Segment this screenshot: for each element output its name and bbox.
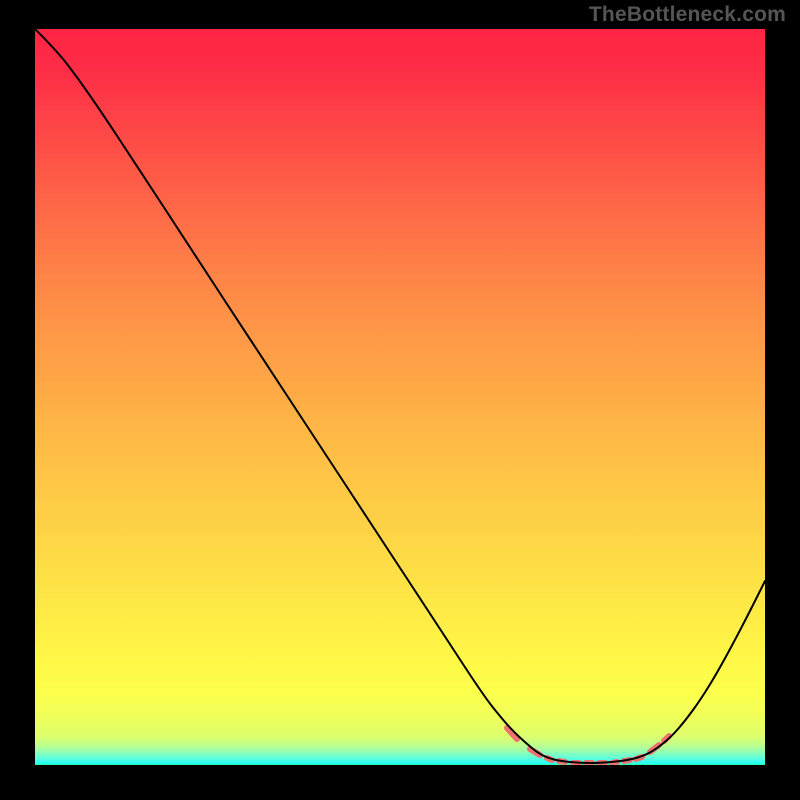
dotted-min-marker [507,728,669,763]
watermark-text: TheBottleneck.com [589,3,786,27]
chart-container: TheBottleneck.com [0,0,800,800]
curve-layer [35,29,765,765]
plot-area [35,29,765,765]
main-curve [35,29,765,763]
